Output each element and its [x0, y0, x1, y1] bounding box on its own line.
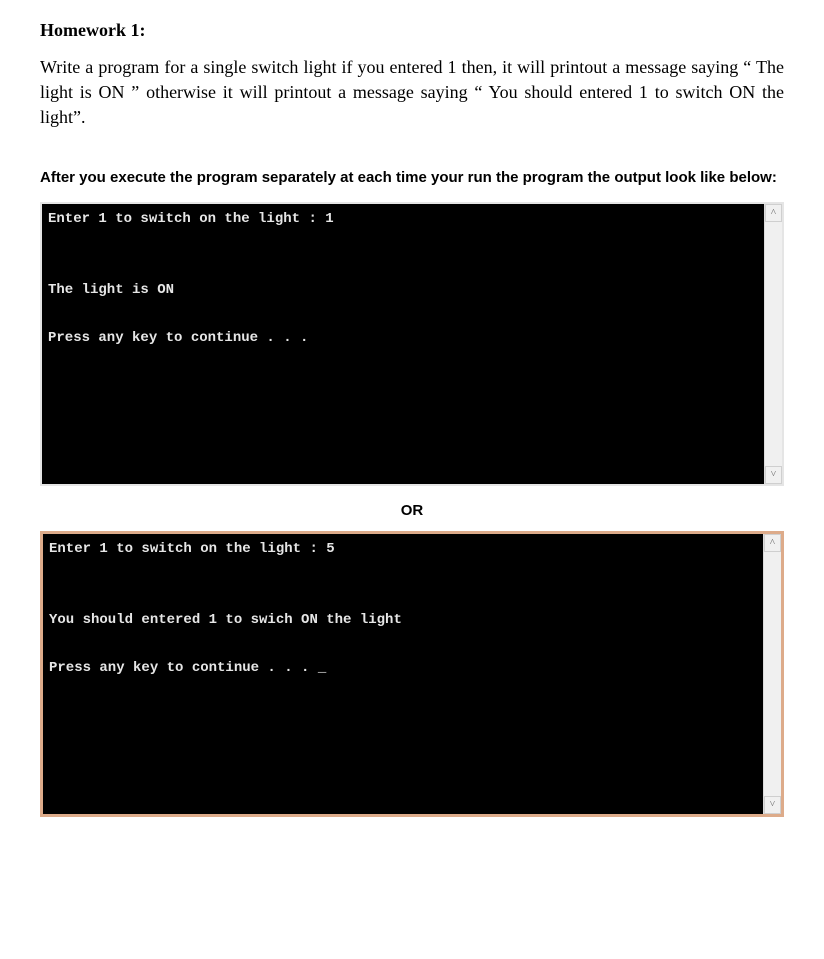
console1-line6: Press any key to continue . . .	[48, 330, 308, 346]
console-text-1: Enter 1 to switch on the light : 1 The l…	[42, 204, 764, 484]
homework-description: Write a program for a single switch ligh…	[40, 55, 784, 131]
output-intro: After you execute the program separately…	[40, 167, 784, 188]
console-output-1: Enter 1 to switch on the light : 1 The l…	[40, 202, 784, 486]
scroll-up-icon[interactable]: ˄	[765, 204, 782, 222]
scroll-up-icon[interactable]: ˄	[764, 534, 781, 552]
console-output-2: Enter 1 to switch on the light : 5 You s…	[40, 531, 784, 817]
scrollbar-2[interactable]: ˄ ˅	[763, 534, 781, 814]
console2-line6: Press any key to continue . . . _	[49, 660, 326, 676]
console2-line4: You should entered 1 to swich ON the lig…	[49, 612, 402, 628]
console-text-2: Enter 1 to switch on the light : 5 You s…	[43, 534, 763, 814]
scroll-track[interactable]	[765, 222, 782, 466]
scroll-down-icon[interactable]: ˅	[765, 466, 782, 484]
scrollbar-1[interactable]: ˄ ˅	[764, 204, 782, 484]
console1-line1: Enter 1 to switch on the light : 1	[48, 211, 334, 227]
scroll-down-icon[interactable]: ˅	[764, 796, 781, 814]
console1-line4: The light is ON	[48, 282, 174, 298]
scroll-track[interactable]	[764, 552, 781, 796]
console2-line1: Enter 1 to switch on the light : 5	[49, 541, 335, 557]
homework-heading: Homework 1:	[40, 20, 784, 41]
or-separator: OR	[40, 502, 784, 519]
